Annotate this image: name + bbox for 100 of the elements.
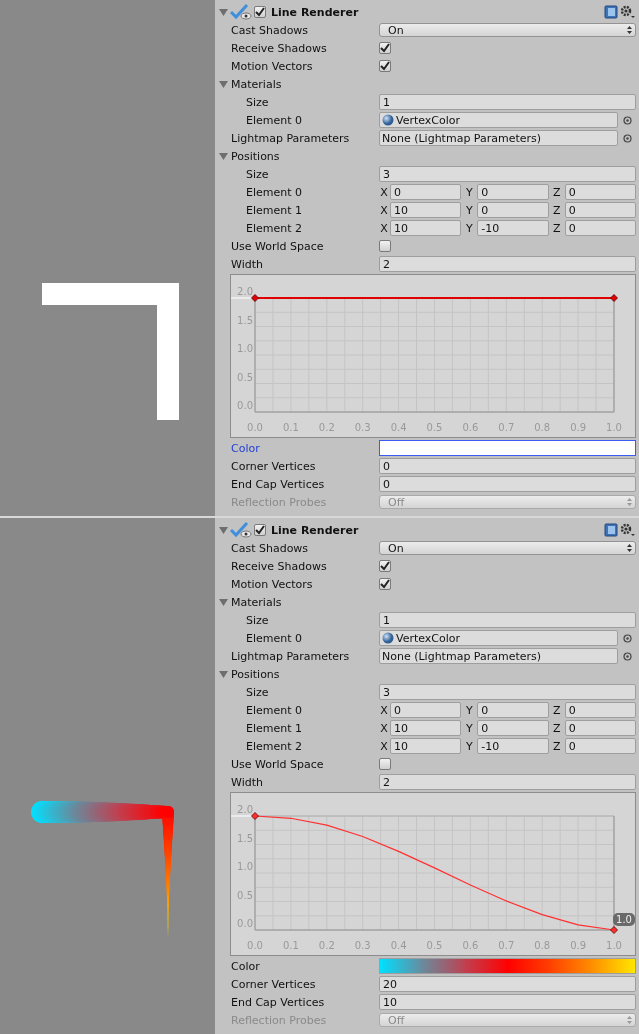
keyframe-handle[interactable]: [610, 926, 618, 934]
property-label: Size: [245, 613, 270, 627]
property-label: Element 1: [245, 203, 304, 217]
settings-icon[interactable]: [620, 523, 636, 537]
number-field[interactable]: 10: [390, 202, 462, 218]
object-field[interactable]: VertexColor: [379, 630, 618, 646]
number-field[interactable]: 2: [379, 256, 636, 272]
expand-arrow-icon[interactable]: [219, 525, 228, 535]
number-field[interactable]: 1: [379, 612, 636, 628]
keyframe-handle[interactable]: [251, 812, 259, 820]
axis-tick-label: 0.0: [237, 400, 253, 411]
number-field[interactable]: 0: [477, 720, 549, 736]
axis-label: Y: [464, 221, 474, 235]
line-renderer-icon: [230, 522, 252, 538]
property-label: Element 1: [245, 721, 304, 735]
foldout-toggle[interactable]: Materials: [219, 77, 282, 91]
object-field[interactable]: VertexColor: [379, 112, 618, 128]
property-label: Size: [245, 685, 270, 699]
value-tag: 1.0: [613, 913, 635, 926]
property-label: Width: [230, 257, 264, 271]
property-label: Cast Shadows: [230, 541, 310, 555]
foldout-toggle[interactable]: Materials: [219, 595, 282, 609]
axis-tick-label: 1.0: [606, 940, 622, 951]
property-label: Size: [245, 95, 270, 109]
property-label: Reflection Probes: [230, 495, 328, 509]
axis-label: X: [379, 203, 389, 217]
number-field[interactable]: 2: [379, 774, 636, 790]
axis-tick-label: 0.1: [282, 422, 299, 433]
axis-label: Y: [464, 739, 474, 753]
axis-tick-label: 0.0: [247, 940, 263, 951]
dropdown[interactable]: On: [379, 23, 636, 37]
expand-arrow-icon[interactable]: [219, 7, 228, 17]
number-field[interactable]: 0: [564, 202, 636, 218]
axis-label: Y: [464, 703, 474, 717]
object-field[interactable]: None (Lightmap Parameters): [379, 648, 618, 664]
axis-label: Z: [551, 739, 562, 753]
checkbox[interactable]: [379, 578, 391, 590]
component-title: Line Renderer: [271, 5, 360, 19]
up-down-arrows-icon: [627, 498, 632, 506]
width-curve[interactable]: [251, 294, 618, 302]
property-label: Element 0: [245, 185, 304, 199]
number-field[interactable]: 0: [564, 738, 636, 754]
axis-label: X: [379, 721, 389, 735]
gradient-field[interactable]: [379, 440, 636, 456]
number-field[interactable]: 10: [390, 220, 462, 236]
enable-checkbox[interactable]: [254, 6, 266, 18]
number-field[interactable]: 0: [564, 220, 636, 236]
property-label: Color: [230, 441, 261, 455]
number-field[interactable]: 0: [390, 702, 462, 718]
number-field[interactable]: 0: [564, 184, 636, 200]
checkbox[interactable]: [379, 60, 391, 72]
curve-editor[interactable]: 0.0 0.5 1.0 1.5 2.0 0.0 0.1 0.2 0.3 0.4 0.5 0.6 0.7 0.8 0.9 1.0 1.0: [230, 792, 636, 956]
line-renderer-icon: [230, 4, 252, 20]
number-field[interactable]: -10: [477, 220, 549, 236]
settings-icon[interactable]: [620, 5, 636, 19]
number-field[interactable]: 0: [564, 702, 636, 718]
checkbox[interactable]: [379, 240, 391, 252]
property-label: Motion Vectors: [230, 59, 314, 73]
number-field[interactable]: 0: [564, 720, 636, 736]
number-field[interactable]: 20: [379, 976, 636, 992]
axis-tick-label: 0.7: [498, 940, 515, 951]
axis-tick-label: 0.5: [426, 940, 443, 951]
checkbox[interactable]: [379, 758, 391, 770]
property-label: Cast Shadows: [230, 23, 310, 37]
axis-tick-label: 0.6: [462, 422, 479, 433]
number-field[interactable]: 0: [379, 476, 636, 492]
foldout-arrow-icon: [219, 151, 228, 161]
checkbox[interactable]: [379, 42, 391, 54]
axis-tick-label: 0.5: [237, 889, 253, 901]
up-down-arrows-icon: [627, 26, 632, 34]
property-label: Use World Space: [230, 757, 325, 771]
number-field[interactable]: 0: [477, 702, 549, 718]
number-field[interactable]: 10: [379, 994, 636, 1010]
object-field[interactable]: None (Lightmap Parameters): [379, 130, 618, 146]
axis-tick-label: 0.1: [282, 940, 299, 951]
foldout-toggle[interactable]: Positions: [219, 149, 280, 163]
gradient-field[interactable]: [379, 958, 636, 974]
enable-checkbox[interactable]: [254, 524, 266, 536]
axis-tick-label: 1.5: [237, 314, 253, 326]
number-field[interactable]: 0: [477, 202, 549, 218]
number-field[interactable]: 3: [379, 166, 636, 182]
number-field[interactable]: -10: [477, 738, 549, 754]
axis-tick-label: 0.9: [570, 940, 587, 951]
number-field[interactable]: 1: [379, 94, 636, 110]
axis-tick-label: 1.0: [237, 343, 253, 354]
axis-tick-label: 2.0: [237, 804, 253, 815]
axis-label: X: [379, 739, 389, 753]
dropdown[interactable]: On: [379, 541, 636, 555]
axis-tick-label: 0.0: [247, 422, 263, 433]
number-field[interactable]: 10: [390, 720, 462, 736]
property-label: Reflection Probes: [230, 1013, 328, 1027]
checkbox[interactable]: [379, 560, 391, 572]
axis-tick-label: 0.3: [354, 422, 371, 433]
number-field[interactable]: 0: [477, 184, 549, 200]
number-field[interactable]: 3: [379, 684, 636, 700]
number-field[interactable]: 0: [390, 184, 462, 200]
foldout-toggle[interactable]: Positions: [219, 667, 280, 681]
axis-tick-label: 0.3: [354, 940, 371, 951]
number-field[interactable]: 10: [390, 738, 462, 754]
number-field[interactable]: 0: [379, 458, 636, 474]
